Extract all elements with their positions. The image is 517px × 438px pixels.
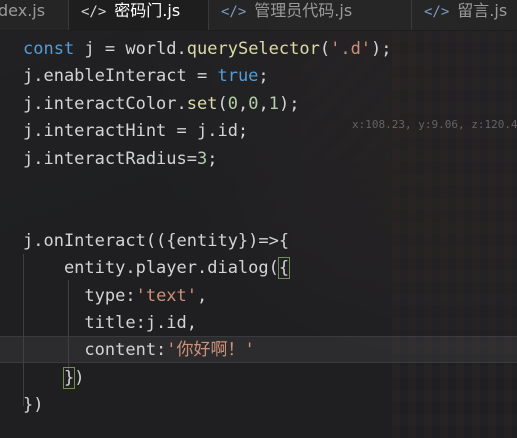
code-line: entity.player.dialog({ [23, 257, 291, 280]
code-line: j.interactRadius=3; [23, 148, 218, 169]
matched-bracket: { [277, 257, 291, 280]
code-line: }) [23, 395, 44, 416]
code-editor[interactable]: x:108.23, y:9.06, z:120.46 const j = wor… [0, 30, 517, 438]
tab-label: 管理员代码.js [254, 1, 353, 20]
code-line: title:j.id, [23, 312, 197, 333]
tab-admin-code-js[interactable]: </> 管理员代码.js [209, 0, 411, 30]
code-content[interactable]: const j = world.querySelector('.d'); j.e… [23, 36, 392, 419]
code-line: j.interactHint = j.id; [23, 121, 249, 142]
tab-message-js[interactable]: </> 留言.js [412, 0, 517, 30]
editor-tab-bar: dex.js </> 密码门.js </> 管理员代码.js </> 留言.js [0, 0, 517, 31]
tab-label: 密码门.js [114, 1, 181, 20]
matched-bracket: } [62, 366, 76, 389]
code-line: j.enableInteract = true; [23, 66, 269, 87]
code-line: }) [62, 366, 85, 389]
code-line: const j = world.querySelector('.d'); [23, 39, 392, 59]
code-line: content:'你好啊！' [23, 340, 255, 361]
tab-password-door-js[interactable]: </> 密码门.js [69, 0, 208, 30]
tab-dex-js[interactable]: dex.js [0, 0, 68, 30]
code-line: type:'text', [23, 285, 208, 306]
code-line: j.onInteract(({entity})=>{ [23, 230, 290, 251]
code-line: j.interactColor.set(0,0,1); [23, 93, 300, 114]
code-file-icon: </> [81, 4, 107, 20]
tab-label: dex.js [0, 1, 46, 20]
code-file-icon: </> [221, 4, 247, 20]
tab-label: 留言.js [457, 1, 508, 20]
code-file-icon: </> [424, 4, 450, 20]
